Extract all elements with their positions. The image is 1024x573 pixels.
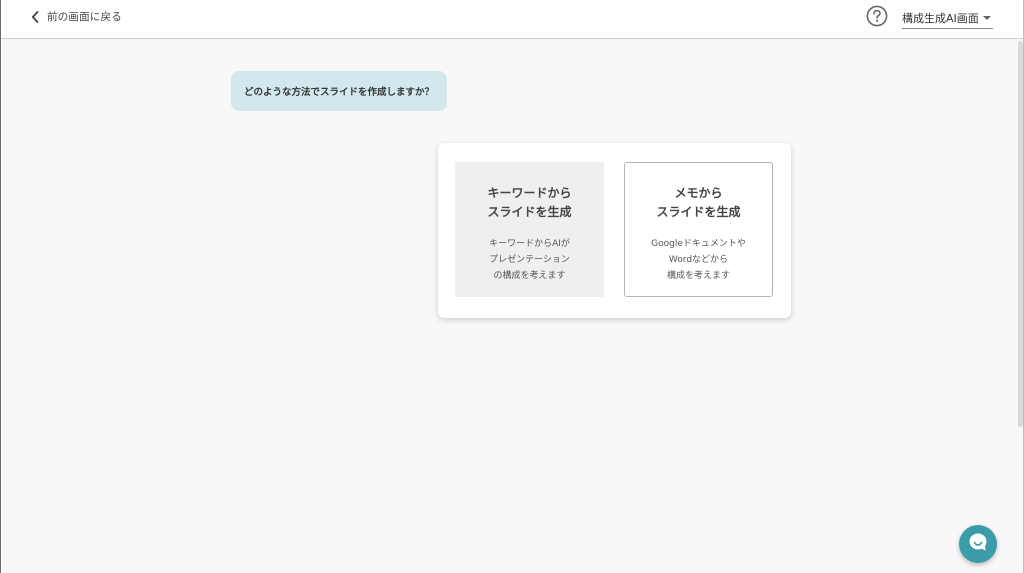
option-memo-card[interactable]: メモから スライドを生成 Googleドキュメントや Wordなどから 構成を考…: [624, 162, 773, 297]
app-frame: 前の画面に戻る 構成生成AI画面 どのような方法でスライドを作成しますか？ キー…: [0, 0, 1024, 573]
chat-bubble-icon: [967, 531, 989, 557]
option-keyword-card[interactable]: キーワードから スライドを生成 キーワードからAIが プレゼンテーション の構成…: [455, 162, 604, 297]
option-description: Googleドキュメントや Wordなどから 構成を考えます: [625, 236, 772, 284]
option-title-line: キーワードから: [487, 186, 572, 200]
option-desc-line: キーワードからAIが: [489, 239, 570, 249]
option-title: キーワードから スライドを生成: [455, 184, 604, 222]
chat-widget-button[interactable]: [959, 525, 997, 563]
vertical-scrollbar[interactable]: [1016, 39, 1024, 573]
screen-mode-label: 構成生成AI画面: [902, 12, 979, 25]
screen-mode-select[interactable]: 構成生成AI画面: [902, 8, 993, 29]
options-panel: キーワードから スライドを生成 キーワードからAIが プレゼンテーション の構成…: [438, 143, 791, 318]
option-desc-line: プレゼンテーション: [489, 255, 570, 265]
back-button[interactable]: 前の画面に戻る: [31, 9, 122, 24]
option-title: メモから スライドを生成: [625, 184, 772, 222]
option-desc-line: の構成を考えます: [493, 271, 566, 281]
caret-down-icon: [983, 16, 991, 20]
option-description: キーワードからAIが プレゼンテーション の構成を考えます: [455, 236, 604, 284]
option-desc-line: Googleドキュメントや: [651, 239, 746, 249]
back-label: 前の画面に戻る: [47, 11, 122, 23]
chevron-left-icon: [31, 10, 39, 23]
option-title-line: スライドを生成: [487, 205, 572, 219]
option-title-line: メモから: [674, 186, 723, 200]
question-bubble: どのような方法でスライドを作成しますか？: [231, 71, 447, 111]
option-title-line: スライドを生成: [656, 205, 741, 219]
question-text: どのような方法でスライドを作成しますか？: [243, 87, 434, 98]
question-circle-icon[interactable]: [866, 5, 888, 27]
top-bar: 前の画面に戻る 構成生成AI画面: [1, 0, 1023, 39]
scrollbar-thumb[interactable]: [1018, 41, 1023, 427]
option-desc-line: Wordなどから: [668, 255, 729, 265]
option-desc-line: 構成を考えます: [666, 271, 730, 281]
